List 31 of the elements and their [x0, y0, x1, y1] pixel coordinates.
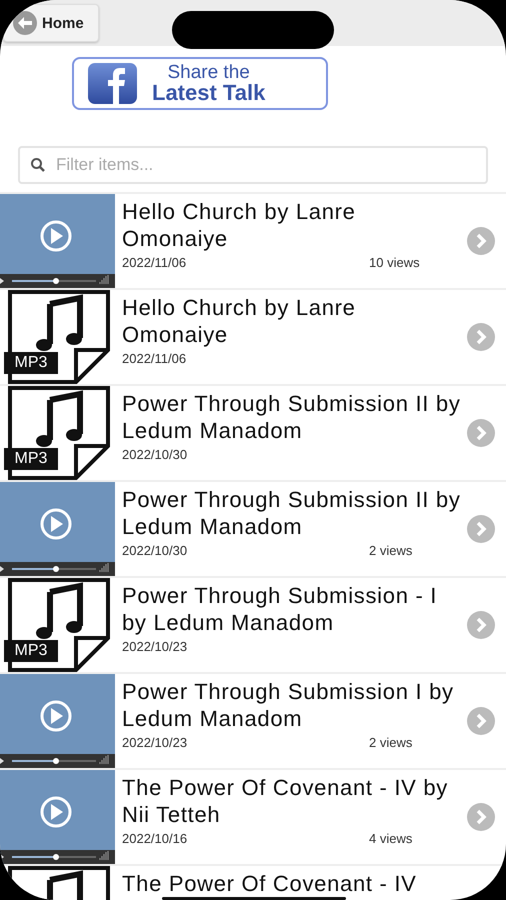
home-button[interactable]: Home: [3, 4, 99, 42]
share-text: Latest Talk: [152, 82, 266, 104]
talk-title: Hello Church by Lanre Omonaiye: [122, 294, 357, 348]
facebook-share-button[interactable]: Share the Latest Talk: [72, 57, 328, 110]
view-count: 4 views: [369, 831, 412, 846]
talk-title: Power Through Submission I by Ledum Manadom: [122, 678, 455, 732]
share-text: Share the: [166, 63, 251, 82]
talk-list-item[interactable]: The Power Of Covenant - IV by Nii Tetteh 2022/10/16 4 views: [0, 770, 506, 866]
talk-title: Power Through Submission - I by Ledum Manadom: [122, 582, 438, 636]
talk-date: 2022/10/23: [122, 639, 188, 654]
talk-date: 2022/11/06: [122, 351, 188, 366]
view-count: 2 views: [369, 543, 412, 558]
talk-list-item[interactable]: Power Through Submission I by Ledum Manadom 2022/10/23 2 views: [0, 674, 506, 770]
talk-title: Hello Church by Lanre Omonaiye: [122, 198, 357, 252]
talk-list-item[interactable]: MP3 Power Through Submission II by Ledum Manadom 2022/10/30: [0, 386, 506, 482]
talk-date: 2022/10/16: [122, 831, 188, 846]
talk-date: 2022/10/30: [122, 543, 188, 558]
talk-list-item[interactable]: MP3 Power Through Submission - I by Ledum Manadom 2022/10/23: [0, 578, 506, 674]
talk-list-item[interactable]: Power Through Submission II by Ledum Manadom 2022/10/30 2 views: [0, 482, 506, 578]
talk-date: 2022/10/30: [122, 447, 188, 462]
filter-field[interactable]: Filter items...: [18, 146, 488, 184]
view-count: 2 views: [369, 735, 412, 750]
view-count: 10 views: [369, 255, 420, 270]
talk-date: 2022/11/06: [122, 255, 188, 270]
talk-title: Power Through Submission II by Ledum Manadom: [122, 486, 462, 540]
talk-date: 2022/10/23: [122, 735, 188, 750]
talk-title: The Power Of Covenant - IV by Nii Tetteh: [122, 774, 449, 828]
talk-list-item[interactable]: MP3 Hello Church by Lanre Omonaiye 2022/11/06: [0, 290, 506, 386]
talk-title: The Power Of Covenant - IV: [122, 870, 418, 897]
talk-title: Power Through Submission II by Ledum Manadom: [122, 390, 462, 444]
talk-list-item[interactable]: Hello Church by Lanre Omonaiye 2022/11/06 10 views: [0, 194, 506, 290]
